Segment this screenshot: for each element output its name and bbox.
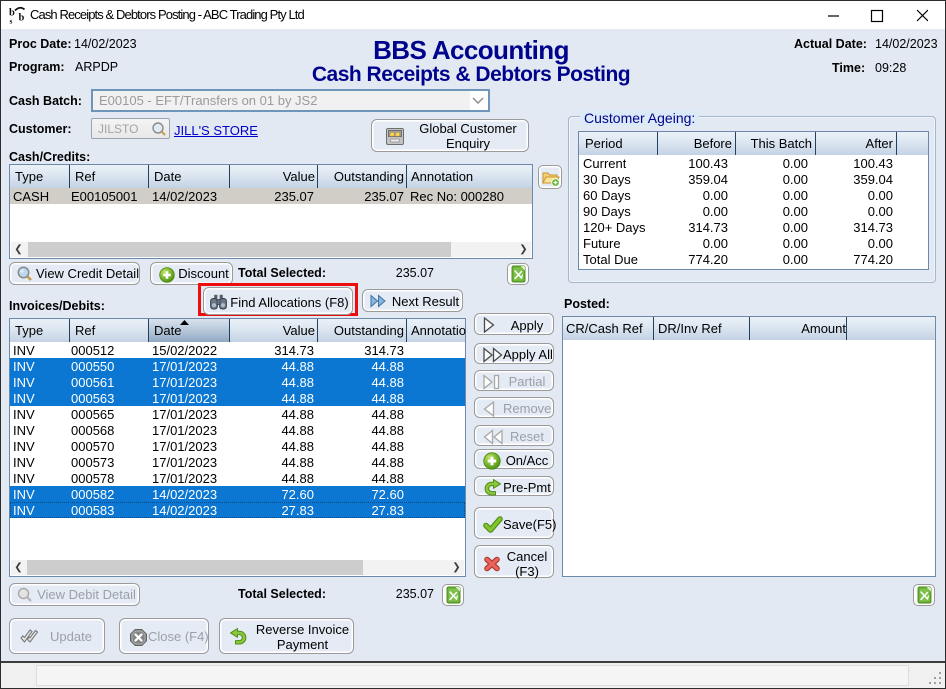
- svg-text:b: b: [19, 13, 25, 24]
- svg-text:s: s: [10, 17, 13, 25]
